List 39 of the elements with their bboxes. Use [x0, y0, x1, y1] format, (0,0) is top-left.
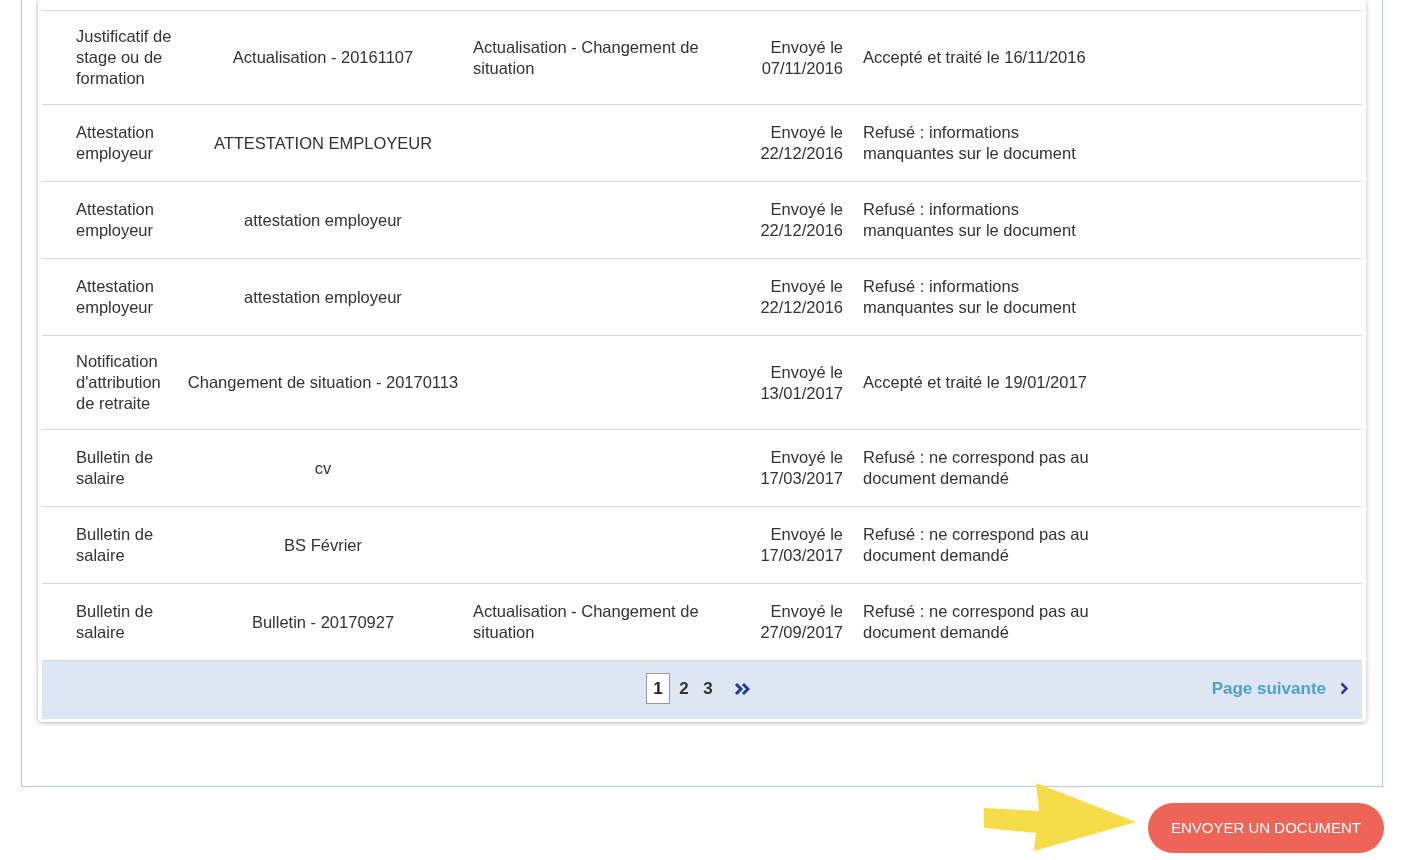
document-context: Actualisation - Changement de situation [473, 36, 700, 79]
page-link[interactable]: 3 [698, 673, 718, 704]
sent-date: Envoyé le 17/03/2017 [759, 447, 843, 489]
document-type: Justificatif de stage ou de formation [76, 26, 173, 89]
document-name: attestation employeur [243, 209, 403, 231]
page-link[interactable]: 2 [674, 673, 694, 704]
document-status: Accepté et traité le 16/11/2016 [863, 47, 1087, 68]
document-name: Actualisation - 20161107 [231, 47, 415, 68]
document-name: BS Février [283, 534, 363, 556]
document-type: Attestation employeur [76, 199, 155, 241]
document-name: ATTESTATION EMPLOYEUR [212, 132, 434, 154]
document-status: Refusé : informations manquantes sur le document [863, 199, 1077, 241]
document-type: Bulletin de salaire [76, 447, 155, 489]
sent-date: Envoyé le 22/12/2016 [759, 199, 843, 241]
document-status: Refusé : ne correspond pas au document demandé [863, 601, 1090, 643]
sent-date: Envoyé le 17/03/2017 [759, 524, 843, 566]
document-status: Refusé : informations manquantes sur le document [863, 276, 1077, 318]
document-name: attestation employeur [243, 286, 403, 308]
document-name: Bulletin - 20170927 [250, 611, 396, 633]
document-type: Bulletin de salaire [76, 601, 155, 643]
sent-date: Envoyé le 27/09/2017 [759, 601, 843, 643]
document-type: Attestation employeur [76, 276, 155, 318]
document-status: Accepté et traité le 19/01/2017 [863, 372, 1088, 393]
document-type: Bulletin de salaire [76, 524, 155, 566]
document-name: Changement de situation - 20170113 [186, 372, 460, 393]
sent-date: Envoyé le 13/01/2017 [759, 361, 843, 404]
document-context: Actualisation - Changement de situation [473, 601, 700, 643]
sent-date: Envoyé le 22/12/2016 [759, 122, 843, 164]
document-type: Attestation employeur [76, 122, 155, 164]
document-status: Refusé : informations manquantes sur le document [863, 122, 1077, 164]
document-status: Refusé : ne correspond pas au document demandé [863, 524, 1090, 566]
document-type: Notification d'attribution de retraite [76, 351, 162, 414]
sent-date: Envoyé le 07/11/2016 [760, 36, 843, 79]
chevron-right-icon [1340, 682, 1348, 696]
page-link[interactable]: 1 [646, 673, 670, 704]
document-name: cv [313, 457, 333, 479]
double-chevron-icon[interactable] [734, 681, 750, 696]
sent-date: Envoyé le 22/12/2016 [759, 276, 843, 318]
document-status: Refusé : ne correspond pas au document demandé [863, 447, 1090, 489]
